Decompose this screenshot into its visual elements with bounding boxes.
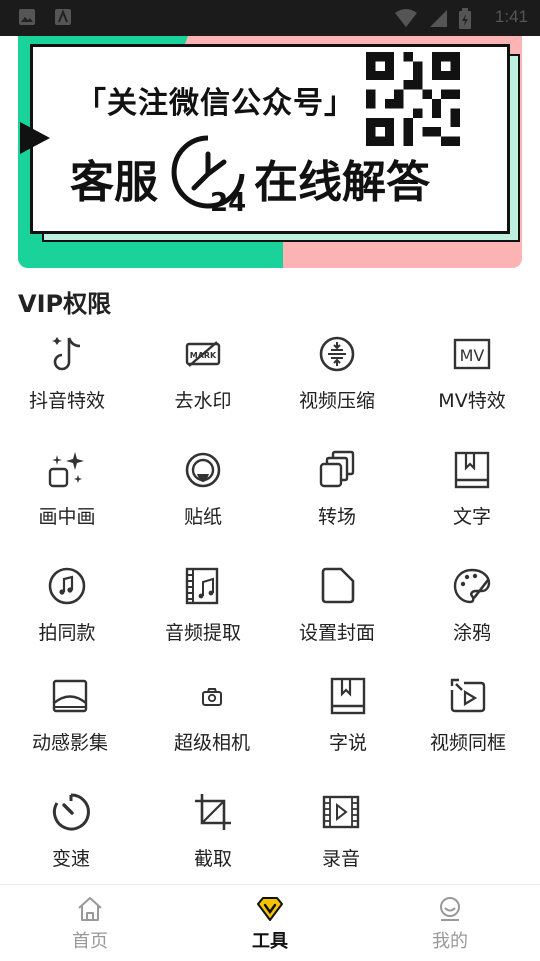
tool-label: 画中画: [38, 506, 96, 528]
tool-set-cover[interactable]: 设置封面: [277, 562, 397, 662]
tool-audio-extract[interactable]: 音频提取: [143, 562, 263, 662]
tool-label: 拍同款: [38, 622, 96, 644]
tool-label: 视频同框: [429, 732, 506, 754]
sparkle-pip-icon: [48, 452, 84, 488]
tool-shoot-same[interactable]: 拍同款: [7, 562, 127, 662]
tool-tiktok-effects[interactable]: 抖音特效: [7, 330, 127, 430]
tool-label: 字说: [328, 732, 367, 754]
watermark-icon: MARK: [185, 341, 221, 367]
tool-text[interactable]: 文字: [412, 446, 532, 546]
audio-extract-icon: [185, 567, 219, 605]
tool-video-compress[interactable]: 视频压缩: [277, 330, 397, 430]
tool-dynamic-album[interactable]: 动感影集: [10, 672, 130, 772]
text-book-icon: [454, 451, 490, 489]
tool-label: 截取: [193, 848, 232, 870]
tool-label: 变速: [51, 848, 90, 870]
camera-icon: [202, 688, 222, 706]
profile-icon: [440, 897, 460, 921]
tool-record[interactable]: 录音: [281, 788, 401, 888]
crop-icon: [195, 794, 231, 830]
home-icon: [78, 897, 102, 921]
tool-doodle[interactable]: 涂鸦: [412, 562, 532, 662]
tool-remove-watermark[interactable]: MARK 去水印: [143, 330, 263, 430]
clock-time: 1:41: [494, 7, 528, 26]
tool-label: 去水印: [174, 390, 232, 412]
tool-super-camera[interactable]: 超级相机: [152, 672, 272, 772]
tool-speed[interactable]: 变速: [11, 788, 131, 888]
word-book-icon: [330, 677, 366, 715]
tab-profile-label: 我的: [432, 931, 468, 952]
banner-line2: 客服: [70, 157, 158, 208]
music-disc-icon: [48, 567, 86, 605]
bottom-tab-bar: 首页 工具 我的: [0, 884, 540, 961]
play-arrow-icon: [20, 122, 50, 154]
tool-label: 设置封面: [298, 622, 375, 644]
clock-24-label: 24: [210, 188, 247, 218]
tool-word-say[interactable]: 字说: [288, 672, 408, 772]
record-film-icon: [322, 795, 360, 829]
tool-video-sync-frame[interactable]: 视频同框: [408, 672, 528, 772]
promo-banner[interactable]: 「关注微信公众号」 客服 24 在线解答: [18, 36, 522, 268]
tool-label: 抖音特效: [28, 390, 105, 412]
svg-text:MV: MV: [460, 346, 485, 365]
tool-transition[interactable]: 转场: [277, 446, 397, 546]
banner-line1: 「关注微信公众号」: [76, 86, 355, 121]
store-icon: [55, 9, 71, 25]
signal-icon: [430, 10, 447, 27]
album-icon: [52, 679, 88, 713]
tab-tools[interactable]: 工具: [180, 885, 360, 961]
status-bar: 1:41: [0, 0, 540, 36]
tab-home[interactable]: 首页: [0, 885, 180, 961]
battery-icon: [459, 8, 471, 29]
tool-label: 贴纸: [183, 506, 222, 528]
tab-tools-label: 工具: [252, 931, 288, 952]
tool-label: MV特效: [438, 390, 506, 412]
tool-crop[interactable]: 截取: [153, 788, 273, 888]
sticker-icon: [185, 452, 221, 488]
vip-diamond-icon: [257, 897, 283, 921]
sync-frame-icon: [450, 678, 486, 713]
tab-profile[interactable]: 我的: [360, 885, 540, 961]
transition-icon: [319, 450, 355, 488]
qr-code-icon: [366, 52, 460, 146]
mv-icon: MV: [453, 338, 491, 370]
compress-icon: [319, 336, 355, 372]
tab-home-label: 首页: [72, 931, 108, 952]
wifi-icon: [395, 9, 417, 27]
tool-label: 超级相机: [173, 732, 250, 754]
tool-label: 音频提取: [164, 622, 241, 644]
tool-label: 录音: [321, 848, 360, 870]
tool-label: 视频压缩: [298, 390, 375, 412]
tool-mv-effects[interactable]: MV MV特效: [412, 330, 532, 430]
palette-icon: [453, 568, 491, 604]
gallery-icon: [19, 9, 35, 25]
tiktok-icon: [52, 337, 81, 371]
tool-label: 文字: [452, 506, 491, 528]
tool-label: 转场: [317, 506, 356, 528]
tool-picture-in-picture[interactable]: 画中画: [7, 446, 127, 546]
speed-icon: [52, 793, 90, 831]
tool-sticker[interactable]: 贴纸: [143, 446, 263, 546]
section-title: VIP权限: [18, 290, 112, 318]
banner-line3: 在线解答: [254, 157, 430, 208]
tool-label: 动感影集: [31, 732, 108, 754]
cover-icon: [321, 567, 355, 604]
tool-label: 涂鸦: [452, 622, 491, 644]
